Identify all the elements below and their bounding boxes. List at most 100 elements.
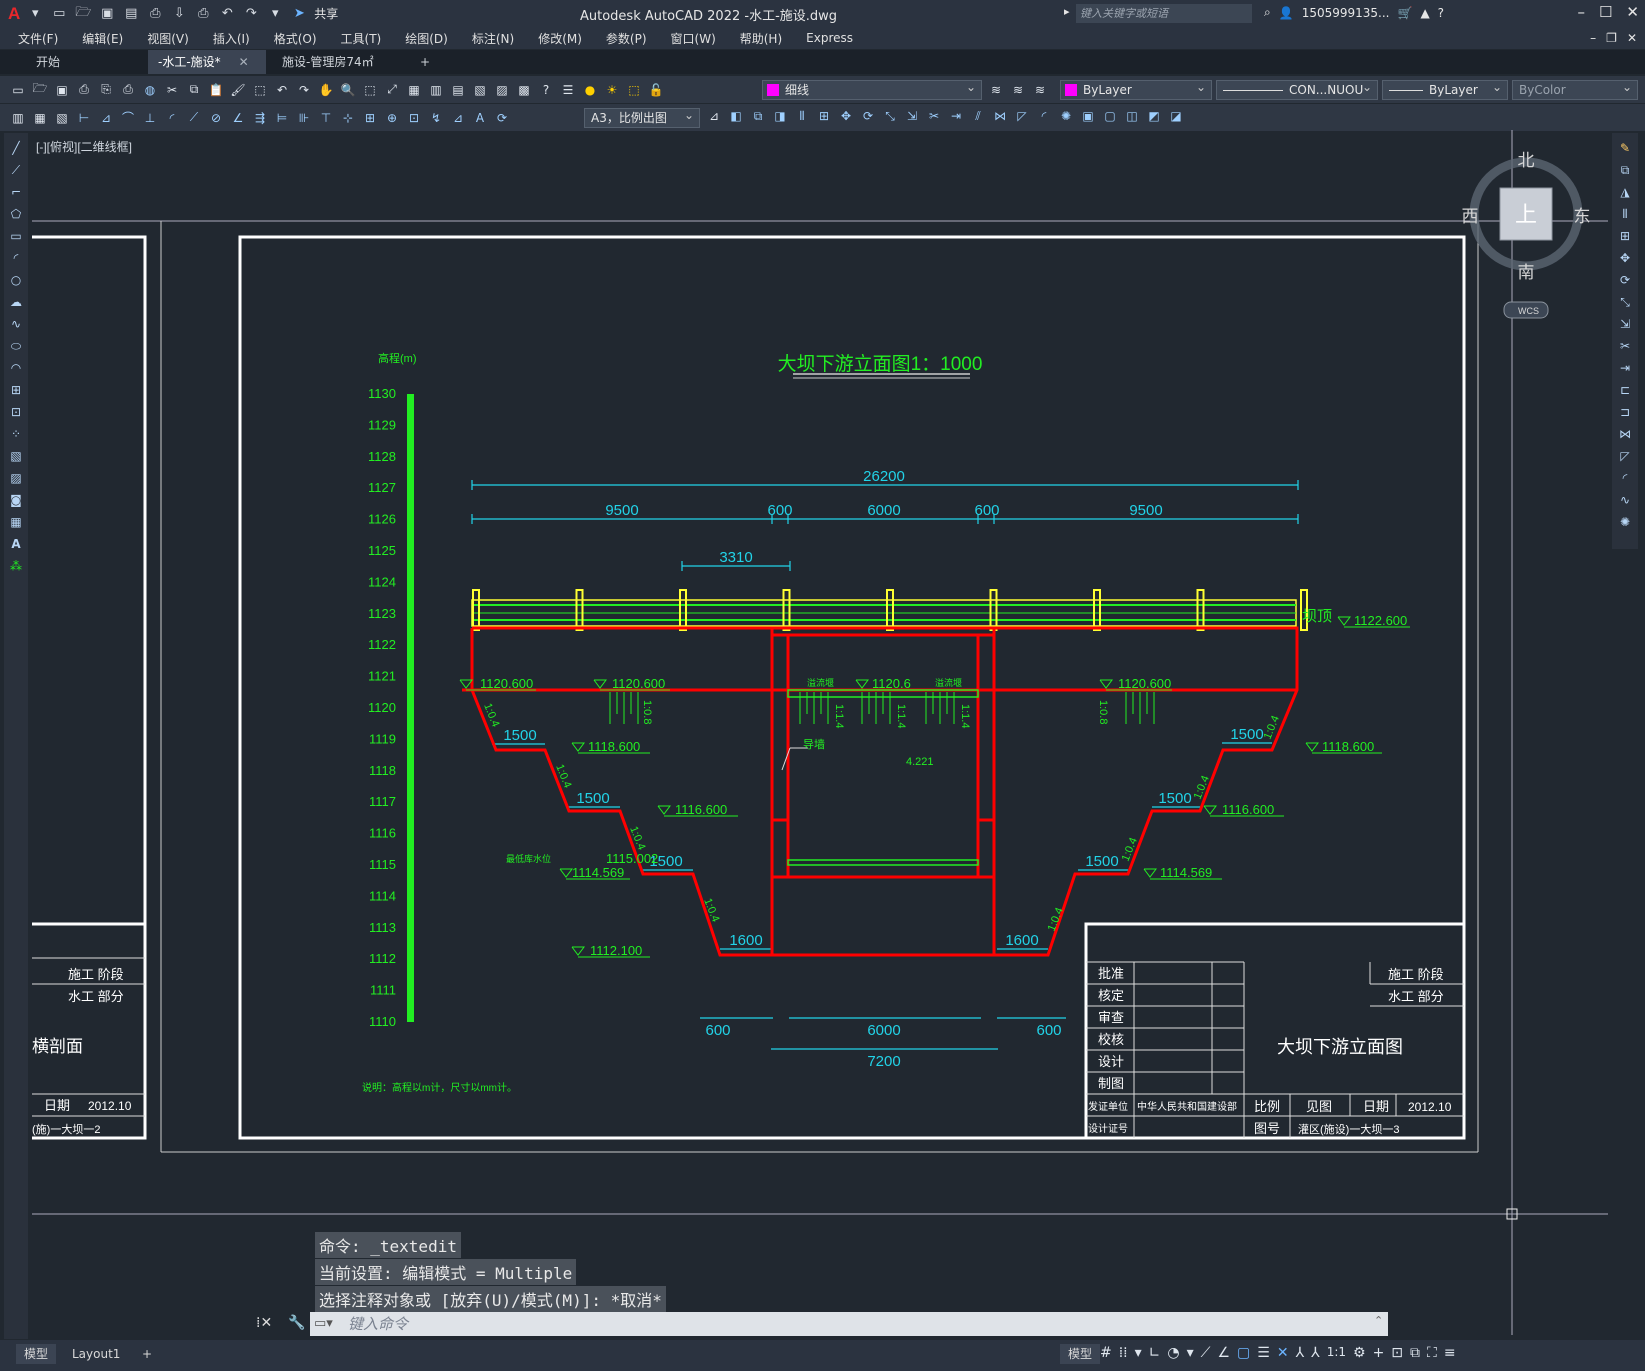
snap-icon[interactable]: ⁞⁞ <box>1119 1345 1128 1361</box>
point-icon[interactable]: ⁘ <box>6 425 26 443</box>
polar-icon[interactable]: ◔ <box>1167 1345 1179 1361</box>
publish-icon[interactable]: ⎙ <box>118 80 138 100</box>
draworder-icon[interactable]: ◫ <box>1122 106 1142 126</box>
fullscreen-icon[interactable]: ⛶ <box>1427 1345 1437 1361</box>
model-space-button[interactable]: 模型 <box>1060 1344 1101 1364</box>
workspace-gear-icon[interactable]: ⚙ <box>1353 1345 1366 1361</box>
hatch-icon[interactable]: ▧ <box>6 447 26 465</box>
dimension-text-edit-icon[interactable]: A <box>470 108 490 128</box>
tab-shishe-guanlifang[interactable]: 施设-管理房74㎡*✕ <box>272 50 402 93</box>
new-tab-button[interactable]: + <box>410 50 440 74</box>
layout1-tab[interactable]: Layout1 <box>64 1344 128 1364</box>
menu-help[interactable]: 帮助(H) <box>728 30 794 47</box>
menu-tools[interactable]: 工具(T) <box>329 30 394 47</box>
layer-previous-icon[interactable]: ≋ <box>1008 80 1028 100</box>
polar-chevron-icon[interactable]: ▾ <box>1187 1345 1194 1361</box>
menu-view[interactable]: 视图(V) <box>135 30 201 47</box>
trim-icon[interactable]: ✂ <box>1615 337 1635 355</box>
jogged-dimension-icon[interactable]: ⟋ <box>184 108 204 128</box>
new-icon[interactable]: ▭ <box>8 80 28 100</box>
linetype-dropdown[interactable]: CON...NUOU <box>1216 78 1378 100</box>
cart-icon[interactable]: 🛒 <box>1397 6 1412 20</box>
doc-close-icon[interactable]: ✕ <box>1627 31 1637 45</box>
pan-icon[interactable]: ✋ <box>316 80 336 100</box>
application-menu-chevron-icon[interactable]: ▾ <box>26 5 44 23</box>
command-history-chevron-icon[interactable]: ⌃ <box>1374 1314 1383 1327</box>
add-selected-icon[interactable]: ⁂ <box>6 557 26 575</box>
save-icon[interactable]: ▣ <box>98 5 116 23</box>
menu-format[interactable]: 格式(O) <box>262 30 329 47</box>
arc-length-icon[interactable]: ⌒ <box>118 108 138 128</box>
polygon-icon[interactable]: ⬠ <box>6 205 26 223</box>
properties-icon[interactable]: ▦ <box>404 80 424 100</box>
annotation-visibility-icon[interactable]: ⅄ <box>1296 1345 1305 1361</box>
model-tab[interactable]: 模型 <box>16 1344 57 1364</box>
blend-icon[interactable]: ∿ <box>1615 491 1635 509</box>
tab-close-icon[interactable]: ✕ <box>239 55 249 69</box>
send-back-icon[interactable]: ◪ <box>1166 106 1186 126</box>
ellipse-icon[interactable]: ⬭ <box>6 337 26 355</box>
region-icon[interactable]: ◙ <box>6 491 26 509</box>
tool-palettes-icon[interactable]: ▤ <box>448 80 468 100</box>
minimize-icon[interactable]: – <box>1577 3 1585 21</box>
baseline-dimension-icon[interactable]: ⊨ <box>272 108 292 128</box>
circle-icon[interactable]: ○ <box>6 271 26 289</box>
explode-icon[interactable]: ✺ <box>1056 106 1076 126</box>
add-layout-button[interactable]: + <box>134 1344 160 1364</box>
zoom-previous-icon[interactable]: ⤢ <box>382 80 402 100</box>
isodraft-icon[interactable]: ⟋ <box>1201 1345 1211 1361</box>
mirror-icon[interactable]: ◮ <box>1615 183 1635 201</box>
menu-express[interactable]: Express <box>794 31 865 45</box>
quick-properties-icon[interactable]: ⧉ <box>1410 1345 1420 1361</box>
user-icon[interactable]: 👤 <box>1279 6 1294 20</box>
publish-icon[interactable]: ⎙ <box>146 5 164 23</box>
copy-icon[interactable]: ⧉ <box>184 80 204 100</box>
layer-on-bulb-icon[interactable]: ● <box>580 80 600 100</box>
lineweight-dropdown[interactable]: ByLayer <box>1382 78 1508 100</box>
viewcube-east[interactable]: 东 <box>1574 207 1591 226</box>
copy-icon[interactable]: ⧉ <box>1615 161 1635 179</box>
join-icon[interactable]: ⋈ <box>1615 425 1635 443</box>
lineweight-icon[interactable]: ☰ <box>1257 1345 1270 1361</box>
fillet-icon[interactable]: ◜ <box>1034 106 1054 126</box>
grid-icon[interactable]: # <box>1100 1345 1112 1361</box>
mtext-icon[interactable]: A <box>6 535 26 553</box>
dimension-update-icon[interactable]: ⟳ <box>492 108 512 128</box>
menu-parametric[interactable]: 参数(P) <box>594 30 659 47</box>
revision-cloud-icon[interactable]: ☁ <box>6 293 26 311</box>
maximize-icon[interactable]: ☐ <box>1599 3 1612 21</box>
gradient-icon[interactable]: ▨ <box>6 469 26 487</box>
scale-icon[interactable]: ⤡ <box>880 106 900 126</box>
user-name[interactable]: 1505999135... <box>1302 6 1390 20</box>
spline-icon[interactable]: ∿ <box>6 315 26 333</box>
ungroup-icon[interactable]: ▢ <box>1100 106 1120 126</box>
annotation-scale-value[interactable]: 1:1 <box>1327 1345 1346 1361</box>
layer-walk-icon[interactable]: ▧ <box>52 108 72 128</box>
layer-viewport-icon[interactable]: ⬚ <box>624 80 644 100</box>
layer-lock-icon[interactable]: 🔓 <box>646 80 666 100</box>
extend-icon[interactable]: ⇥ <box>1615 359 1635 377</box>
command-customize-icon[interactable]: 🔧 <box>288 1315 305 1331</box>
construction-line-icon[interactable]: ⟋ <box>6 161 26 179</box>
insert-icon[interactable]: ▦ <box>30 108 50 128</box>
design-center-icon[interactable]: ▥ <box>426 80 446 100</box>
save-as-icon[interactable]: ▤ <box>122 5 140 23</box>
offset-icon[interactable]: ⫴ <box>792 106 812 126</box>
help-icon[interactable]: ? <box>1438 6 1444 20</box>
array-icon[interactable]: ⊞ <box>1615 227 1635 245</box>
drawing-canvas[interactable]: 施工 阶段 水工 部分 横剖面 日期 2012.10 (施)一大坝一2 大坝下游… <box>32 130 1608 1335</box>
customize-menu-icon[interactable]: ≡ <box>1444 1345 1456 1361</box>
osnap-icon[interactable]: ▢ <box>1237 1345 1250 1361</box>
sheet-set-icon[interactable]: ▧ <box>470 80 490 100</box>
redo-icon[interactable]: ↷ <box>294 80 314 100</box>
undo-icon[interactable]: ↶ <box>218 5 236 23</box>
plotstyle-dropdown[interactable]: ByColor <box>1512 78 1638 100</box>
erase-icon[interactable]: ◧ <box>726 106 746 126</box>
viewcube-south[interactable]: 南 <box>1518 263 1535 282</box>
explode-icon[interactable]: ✺ <box>1615 513 1635 531</box>
viewcube-north[interactable]: 北 <box>1518 151 1535 170</box>
open-icon[interactable]: 🗁 <box>30 80 50 100</box>
rectangle-icon[interactable]: ▭ <box>6 227 26 245</box>
menu-modify[interactable]: 修改(M) <box>526 30 594 47</box>
plot-icon[interactable]: ⎙ <box>194 5 212 23</box>
